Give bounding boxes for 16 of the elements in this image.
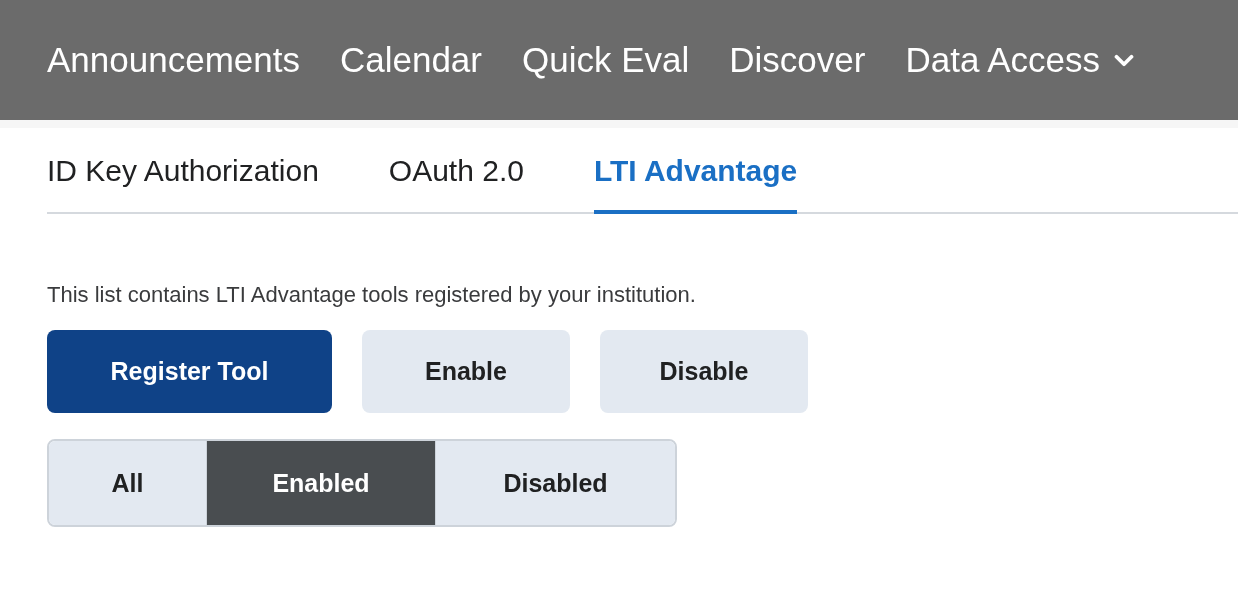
action-button[interactable]: Disable xyxy=(600,330,808,413)
nav-link[interactable]: Announcements xyxy=(47,40,300,80)
tab[interactable]: OAuth 2.0 xyxy=(388,154,524,214)
action-button[interactable]: Register Tool xyxy=(47,330,332,413)
filter-button[interactable]: All xyxy=(49,441,207,525)
nav-link[interactable]: Quick Eval xyxy=(522,40,690,80)
filter-button[interactable]: Disabled xyxy=(436,441,675,525)
tab[interactable]: ID Key Authorization xyxy=(47,154,319,214)
nav-dropdown[interactable]: Data Access xyxy=(905,40,1134,80)
nav-link[interactable]: Discover xyxy=(729,40,866,80)
filter-button[interactable]: Enabled xyxy=(207,441,436,525)
chevron-down-icon xyxy=(1113,53,1134,67)
action-button[interactable]: Enable xyxy=(362,330,570,413)
tab[interactable]: LTI Advantage xyxy=(593,154,798,214)
description-text: This list contains LTI Advantage tools registered by your institution. xyxy=(47,282,697,308)
nav-link[interactable]: Calendar xyxy=(339,40,482,80)
